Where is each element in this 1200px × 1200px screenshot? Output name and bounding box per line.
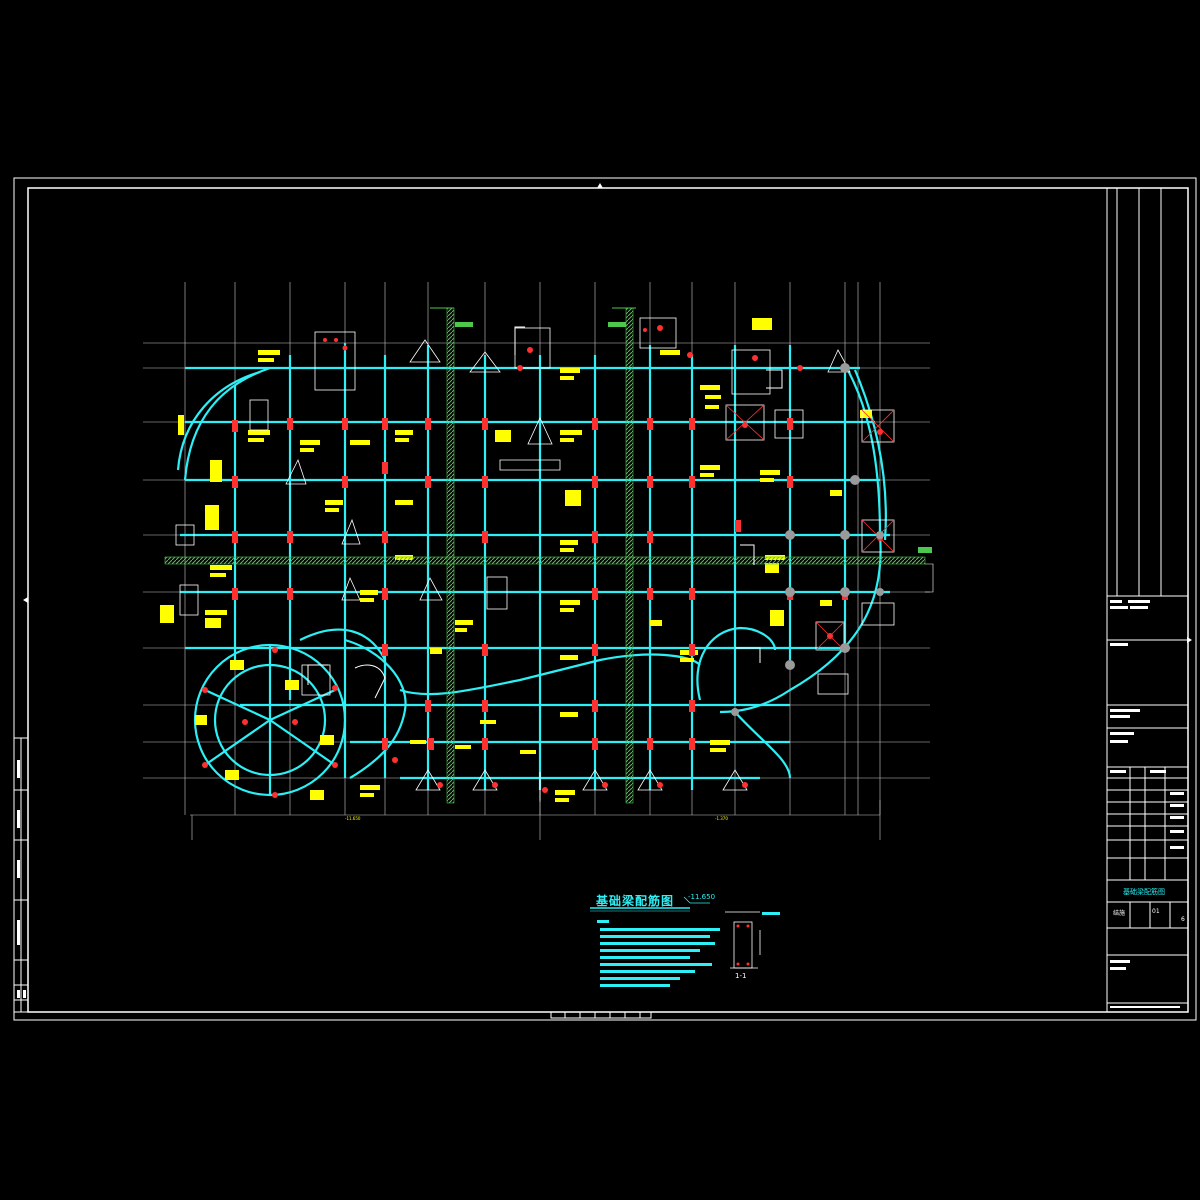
title-block-drawing-number: 结施	[1113, 910, 1126, 917]
bottom-dimensions	[191, 800, 881, 840]
right-dimension-note: -1.370	[715, 816, 728, 821]
foundation-beams	[176, 343, 890, 797]
elevation-tag: -11.650	[688, 893, 716, 901]
retaining-walls	[164, 307, 934, 804]
title-block-text	[17, 600, 1184, 1008]
title-block-drawing-number-suffix: 01	[1152, 908, 1160, 915]
left-dimension-note: -11.650	[345, 816, 361, 821]
title-block-sheet-index: 6	[1181, 916, 1185, 923]
title-and-notes	[590, 896, 780, 987]
title-block-sheet-name: 基础梁配筋图	[1123, 888, 1165, 896]
section-tag: 1-1	[735, 972, 747, 980]
column-footings	[175, 317, 895, 791]
drawing-title: 基础梁配筋图	[596, 894, 675, 908]
foundation-beam-drawing	[13, 177, 1197, 1021]
